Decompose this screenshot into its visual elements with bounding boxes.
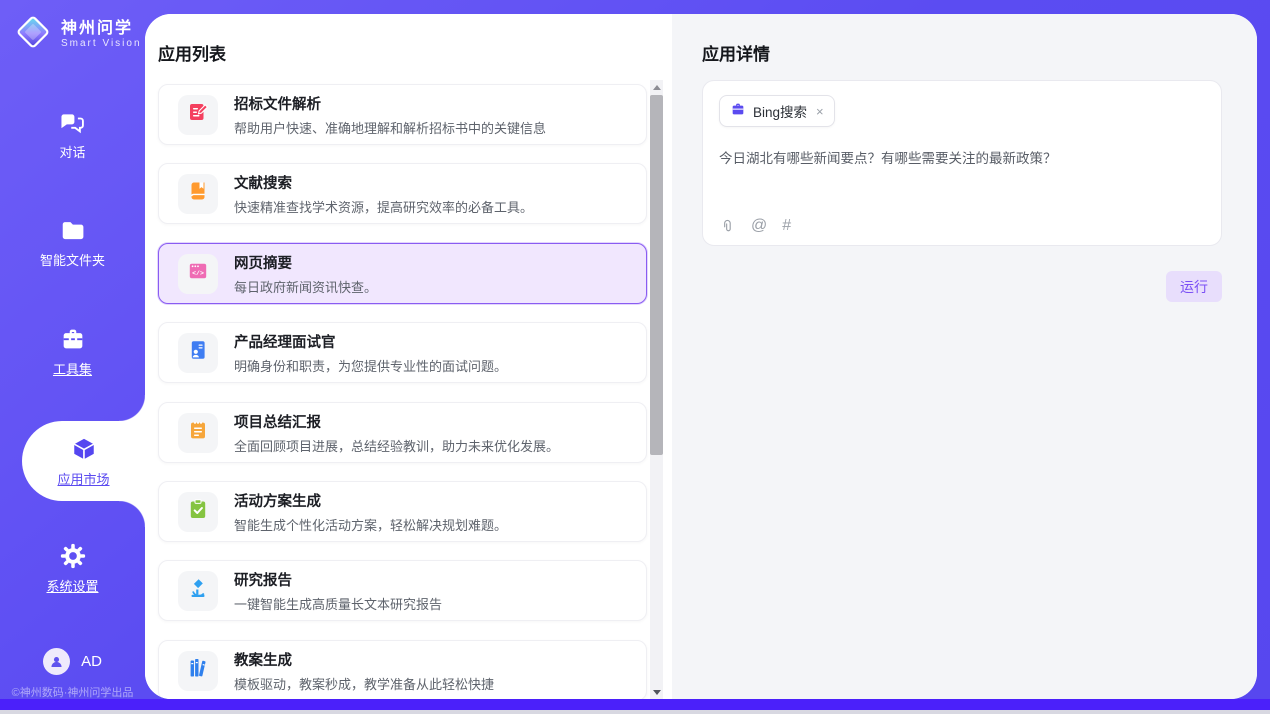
doc-edit-icon (186, 100, 210, 129)
query-input[interactable]: 今日湖北有哪些新闻要点？有哪些需要关注的最新政策？ (719, 149, 1205, 169)
brand-subtitle: Smart Vision (61, 38, 142, 49)
diamond-logo-icon (12, 11, 54, 58)
user-account[interactable]: AD (0, 648, 145, 675)
main-content: 应用列表 招标文件解析 帮助用户快速、准确地理解和解析招标书中的关键信息 文献搜… (145, 14, 1257, 699)
tool-tag-bing-search[interactable]: Bing搜索 × (719, 95, 835, 127)
chat-icon (59, 108, 87, 136)
app-card[interactable]: 文献搜索 快速精准查找学术资源，提高研究效率的必备工具。 (158, 163, 647, 224)
app-detail-panel: 应用详情 Bing搜索 × 今日湖北有哪些新闻要点？有哪些需要关注的最新政策？ … (672, 14, 1257, 699)
briefcase-icon (730, 101, 746, 122)
app-detail-title: 应用详情 (702, 40, 770, 65)
close-icon[interactable]: × (816, 105, 824, 118)
at-icon[interactable]: @ (751, 217, 767, 235)
toolbox-icon (59, 325, 87, 353)
scrollbar[interactable] (650, 80, 663, 699)
app-window: 神州问学 Smart Vision 对话 智能文件夹 工具集 应用市场 系统设置… (0, 0, 1270, 714)
brand-name: 神州问学 (61, 20, 142, 38)
run-button[interactable]: 运行 (1166, 271, 1222, 302)
sidebar-item-app-market[interactable]: 应用市场 (22, 421, 145, 501)
interview-icon (186, 338, 210, 367)
app-card[interactable]: 活动方案生成 智能生成个性化活动方案，轻松解决规划难题。 (158, 481, 647, 542)
prompt-input-card: Bing搜索 × 今日湖北有哪些新闻要点？有哪些需要关注的最新政策？ @ # (702, 80, 1222, 246)
app-list-panel: 应用列表 招标文件解析 帮助用户快速、准确地理解和解析招标书中的关键信息 文献搜… (145, 14, 672, 699)
user-name: AD (81, 653, 102, 670)
sidebar: 神州问学 Smart Vision 对话 智能文件夹 工具集 应用市场 系统设置… (0, 0, 145, 714)
brand-logo: 神州问学 Smart Vision (12, 11, 142, 58)
svg-text:</>: </> (192, 270, 204, 277)
app-list-title: 应用列表 (158, 40, 226, 65)
app-card[interactable]: 项目总结汇报 全面回顾项目进展，总结经验教训，助力未来优化发展。 (158, 402, 647, 463)
scroll-up-arrow-icon[interactable] (650, 80, 663, 94)
app-card[interactable]: 教案生成 模板驱动，教案秒成，教学准备从此轻松快捷 (158, 640, 647, 699)
cube-icon (70, 435, 98, 463)
avatar (43, 648, 70, 675)
web-code-icon: </> (186, 259, 210, 288)
microscope-icon (186, 576, 210, 605)
sidebar-item-toolset[interactable]: 工具集 (0, 325, 145, 378)
clipboard-check-icon (186, 497, 210, 526)
copyright-text: ©神州数码·神州问学出品 (0, 684, 145, 700)
attachment-toolbar: @ # (719, 217, 791, 235)
sidebar-item-chat[interactable]: 对话 (0, 108, 145, 161)
scroll-down-arrow-icon[interactable] (650, 685, 663, 699)
app-card[interactable]: 招标文件解析 帮助用户快速、准确地理解和解析招标书中的关键信息 (158, 84, 647, 145)
paperclip-icon[interactable] (719, 218, 736, 235)
bottom-bar (0, 699, 1270, 710)
gear-icon (59, 542, 87, 570)
sidebar-item-settings[interactable]: 系统设置 (0, 542, 145, 595)
scrollbar-thumb[interactable] (650, 95, 663, 455)
sidebar-item-smart-folders[interactable]: 智能文件夹 (0, 216, 145, 269)
tool-tag-label: Bing搜索 (753, 101, 807, 121)
app-card[interactable]: 产品经理面试官 明确身份和职责，为您提供专业性的面试问题。 (158, 322, 647, 383)
folder-icon (59, 216, 87, 244)
book-icon (186, 179, 210, 208)
bottom-edge (0, 710, 1270, 714)
hash-icon[interactable]: # (782, 217, 791, 235)
books-icon (186, 656, 210, 685)
note-icon (186, 418, 210, 447)
app-card[interactable]: </> 网页摘要 每日政府新闻资讯快查。 (158, 243, 647, 304)
app-card[interactable]: 研究报告 一键智能生成高质量长文本研究报告 (158, 560, 647, 621)
